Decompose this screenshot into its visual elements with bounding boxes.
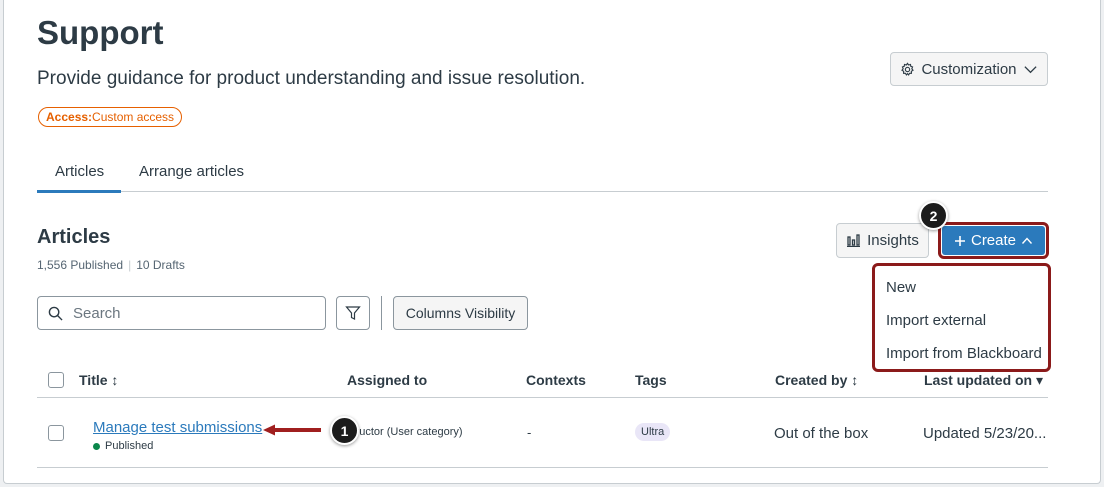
plus-icon	[954, 235, 965, 246]
column-header-created-by[interactable]: Created by ↕	[775, 372, 858, 388]
count-separator: |	[128, 258, 132, 272]
callout-marker-2: 2	[919, 201, 948, 230]
article-counts: 1,556 Published | 10 Drafts	[37, 258, 185, 272]
access-badge-value: Custom access	[92, 110, 175, 124]
row-checkbox[interactable]	[48, 425, 64, 441]
create-label: Create	[970, 232, 1017, 249]
customization-button[interactable]: Customization	[890, 52, 1048, 86]
assigned-to-cell: structor (User category)	[347, 426, 463, 438]
tab-bar: Articles Arrange articles	[37, 160, 1048, 193]
menu-item-import-external[interactable]: Import external	[875, 307, 1048, 340]
active-tab-indicator	[37, 190, 121, 193]
tab-articles[interactable]: Articles	[55, 163, 104, 180]
chevron-down-icon	[1023, 65, 1037, 73]
app-frame: Support Provide guidance for product und…	[3, 0, 1101, 484]
create-dropdown-menu: New Import external Import from Blackboa…	[872, 263, 1051, 372]
select-all-checkbox[interactable]	[48, 372, 64, 388]
contexts-cell: -	[527, 425, 532, 440]
page-subtitle: Provide guidance for product understandi…	[37, 68, 586, 89]
column-header-assigned-to: Assigned to	[347, 372, 428, 388]
tab-arrange-articles[interactable]: Arrange articles	[139, 163, 244, 180]
page-title: Support	[37, 14, 164, 51]
columns-visibility-button[interactable]: Columns Visibility	[393, 296, 528, 330]
bar-chart-icon	[847, 234, 861, 247]
column-header-contexts: Contexts	[526, 372, 586, 388]
search-field[interactable]	[37, 296, 326, 330]
filter-button[interactable]	[336, 296, 370, 330]
status-badge: Published	[93, 440, 153, 452]
published-dot-icon	[93, 442, 100, 450]
access-badge: Access:Custom access	[38, 107, 183, 127]
gear-icon	[901, 61, 915, 76]
drafts-count: 10 Drafts	[136, 258, 185, 272]
created-by-cell: Out of the box	[774, 425, 869, 442]
column-header-tags: Tags	[635, 372, 667, 388]
search-input[interactable]	[73, 304, 293, 322]
last-updated-cell: Updated 5/23/20...	[923, 425, 1047, 442]
callout-marker-1: 1	[330, 416, 359, 445]
create-button[interactable]: Create	[942, 226, 1045, 255]
tag-badge: Ultra	[635, 423, 671, 441]
customization-label: Customization	[921, 60, 1017, 78]
published-count: 1,556 Published	[37, 258, 124, 272]
article-title-link[interactable]: Manage test submissions	[93, 419, 262, 436]
toolbar-divider	[381, 296, 382, 330]
status-label: Published	[105, 440, 154, 452]
search-icon	[48, 306, 63, 321]
table-header: Title ↕ Assigned to Contexts Tags Create…	[37, 362, 1048, 398]
menu-item-new[interactable]: New	[875, 274, 1048, 307]
table-row: Manage test submissions Published struct…	[37, 398, 1048, 468]
section-title: Articles	[37, 226, 111, 248]
column-header-title[interactable]: Title ↕	[79, 372, 118, 388]
insights-label: Insights	[867, 232, 919, 249]
chevron-up-icon	[1021, 236, 1033, 244]
column-header-last-updated[interactable]: Last updated on ▾	[924, 372, 1043, 389]
insights-button[interactable]: Insights	[836, 223, 929, 258]
access-badge-label: Access:	[46, 110, 93, 124]
filter-icon	[345, 306, 361, 320]
annotation-arrow-icon	[263, 424, 321, 436]
